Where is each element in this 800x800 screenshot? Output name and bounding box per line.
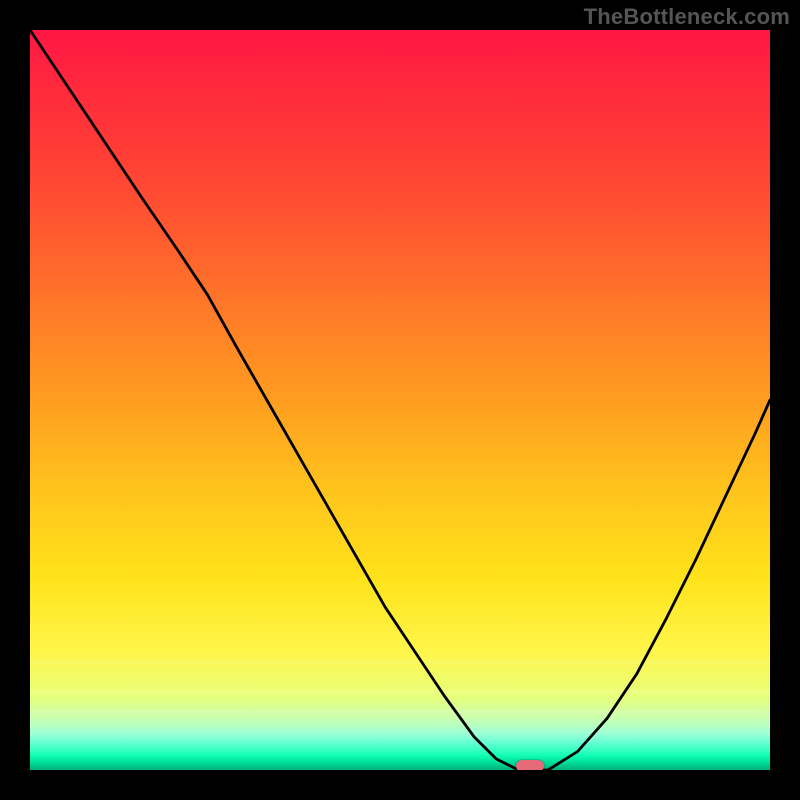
- plot-area: [30, 30, 770, 770]
- chart-frame: TheBottleneck.com: [0, 0, 800, 800]
- bottleneck-curve: [30, 30, 770, 770]
- optimum-marker: [516, 760, 544, 770]
- curve-svg: [30, 30, 770, 770]
- watermark-text: TheBottleneck.com: [584, 4, 790, 30]
